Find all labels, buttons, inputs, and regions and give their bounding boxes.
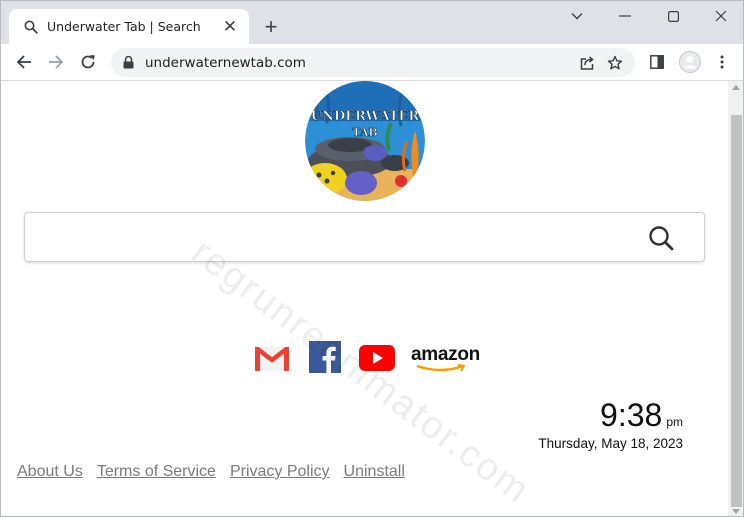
scroll-down-arrow-icon[interactable] [732, 509, 740, 514]
page-viewport: UNDERWATER TAB amazon 9:38 pm Thursday, … [1, 81, 743, 516]
share-icon[interactable] [573, 50, 601, 76]
vertical-scrollbar[interactable] [728, 81, 743, 516]
scroll-up-arrow-icon[interactable] [732, 85, 740, 90]
logo-line1: UNDERWATER [311, 109, 420, 124]
bookmark-star-icon[interactable] [601, 50, 629, 76]
clock-ampm: pm [666, 415, 683, 429]
tab-underwater[interactable]: Underwater Tab | Search ✕ [9, 9, 249, 44]
side-panel-icon[interactable] [644, 49, 670, 75]
scroll-thumb[interactable] [731, 115, 742, 507]
gmail-icon[interactable] [255, 347, 289, 371]
reload-icon[interactable] [75, 49, 101, 75]
amazon-smile-icon [416, 364, 466, 372]
address-bar[interactable]: underwaternewtab.com [111, 48, 635, 77]
url-text[interactable]: underwaternewtab.com [145, 55, 573, 71]
underwater-tab-logo[interactable]: UNDERWATER TAB [305, 81, 425, 201]
chevron-down-icon[interactable] [553, 1, 601, 31]
search-button[interactable] [646, 223, 676, 253]
youtube-icon[interactable] [359, 345, 395, 371]
about-us-link[interactable]: About Us [17, 463, 83, 481]
privacy-policy-link[interactable]: Privacy Policy [230, 463, 330, 481]
close-icon[interactable]: ✕ [219, 16, 241, 38]
logo-line2: TAB [352, 126, 377, 139]
window-close-icon[interactable] [697, 1, 743, 31]
footer-links: About Us Terms of Service Privacy Policy… [17, 463, 405, 481]
search-icon [23, 19, 39, 35]
browser-window: Underwater Tab | Search ✕ + underwaterne… [0, 0, 744, 517]
clock-date: Thursday, May 18, 2023 [538, 436, 683, 451]
window-controls [553, 1, 743, 31]
facebook-icon[interactable] [309, 341, 341, 373]
amazon-label: amazon [411, 344, 480, 365]
kebab-menu-icon[interactable] [709, 49, 735, 75]
forward-arrow-icon[interactable] [43, 49, 69, 75]
maximize-icon[interactable] [649, 1, 697, 31]
browser-toolbar: underwaternewtab.com [1, 44, 743, 81]
uninstall-link[interactable]: Uninstall [344, 463, 405, 481]
tab-strip: Underwater Tab | Search ✕ + [1, 1, 743, 44]
search-input[interactable] [35, 221, 635, 253]
new-tab-plus-icon[interactable]: + [259, 14, 283, 39]
amazon-link[interactable]: amazon [411, 344, 480, 374]
terms-of-service-link[interactable]: Terms of Service [97, 463, 216, 481]
tab-title: Underwater Tab | Search [47, 19, 201, 34]
minimize-icon[interactable] [601, 1, 649, 31]
back-arrow-icon[interactable] [11, 49, 37, 75]
clock-widget: 9:38 pm Thursday, May 18, 2023 [538, 397, 683, 451]
search-box [24, 212, 705, 262]
profile-avatar-icon[interactable] [677, 49, 703, 75]
magnifier-icon [649, 226, 674, 251]
clock-time: 9:38 [600, 397, 663, 433]
lock-icon[interactable] [123, 56, 137, 69]
